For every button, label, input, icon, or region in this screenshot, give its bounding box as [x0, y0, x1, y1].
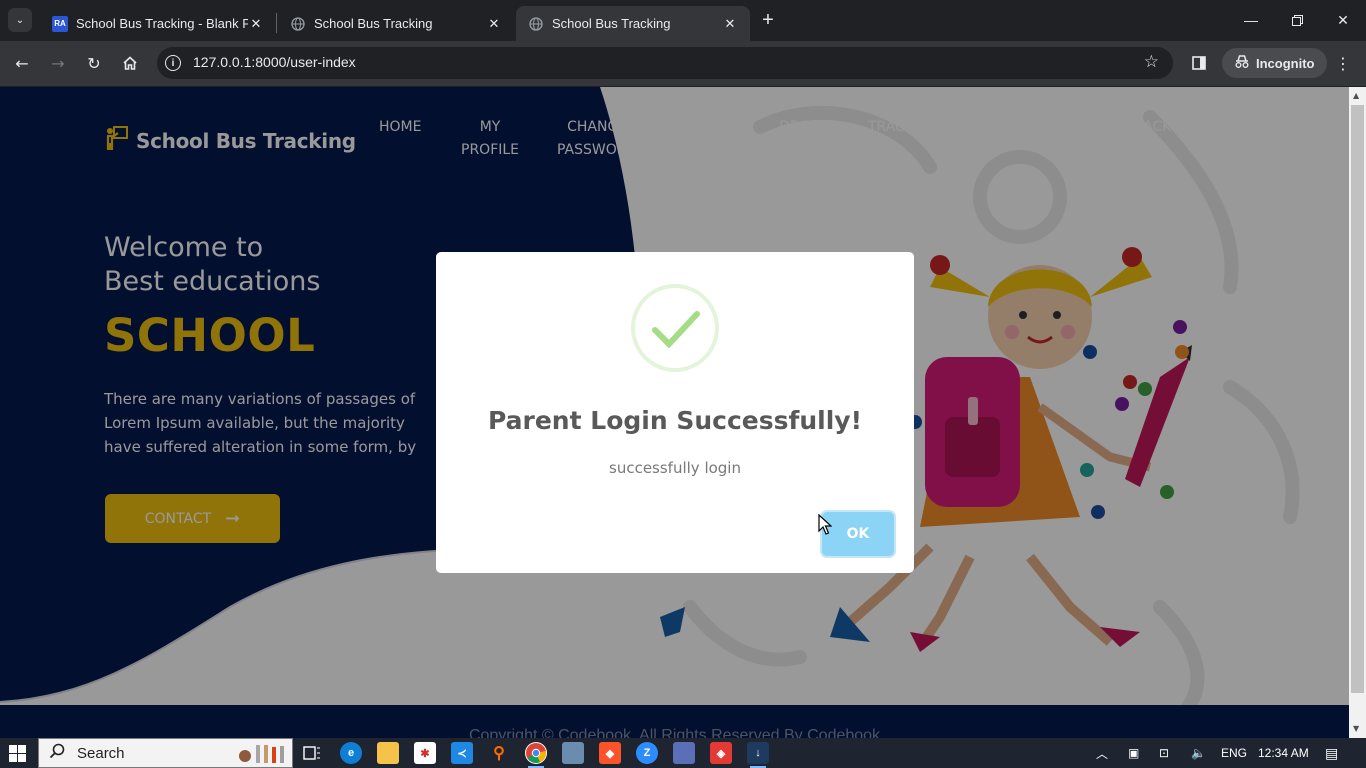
- tab-3-active[interactable]: School Bus Tracking ✕: [516, 6, 750, 41]
- search-icon: [49, 743, 69, 763]
- minimize-icon[interactable]: —: [1228, 0, 1274, 40]
- new-tab-plus-icon[interactable]: +: [756, 8, 780, 32]
- tab-2[interactable]: School Bus Tracking ✕: [278, 6, 514, 41]
- reload-icon[interactable]: ↻: [82, 51, 106, 75]
- globe-icon: [528, 16, 544, 32]
- file-explorer-icon[interactable]: [377, 742, 399, 764]
- tools-decoration-icon: [236, 742, 286, 768]
- tray-chevron-icon[interactable]: ︿: [1096, 738, 1108, 768]
- scroll-down-icon[interactable]: ▼: [1353, 724, 1359, 733]
- meet-now-icon[interactable]: ▣: [1128, 738, 1139, 768]
- browser-toolbar: ← → ↻ i 127.0.0.1:8000/user-index ☆ Inco…: [0, 41, 1366, 86]
- search-tool-icon[interactable]: ⚲: [488, 742, 510, 764]
- globe-icon: [290, 16, 306, 32]
- menu-kebab-icon[interactable]: ⋮: [1331, 51, 1355, 75]
- page-viewport: School Bus Tracking HOME MY PROFILE CHAN…: [0, 87, 1349, 738]
- incognito-label: Incognito: [1256, 55, 1315, 71]
- tab-title: School Bus Tracking - Blank Pa: [76, 16, 248, 31]
- volume-icon[interactable]: 🔈: [1191, 738, 1206, 768]
- taskbar-search-box[interactable]: Search: [38, 738, 293, 768]
- back-arrow-icon[interactable]: ←: [10, 51, 34, 75]
- tab-title: School Bus Tracking: [552, 16, 671, 31]
- close-icon[interactable]: ✕: [486, 16, 502, 32]
- url-text[interactable]: 127.0.0.1:8000/user-index: [193, 54, 356, 70]
- windows-start-icon[interactable]: [9, 745, 26, 766]
- tab-divider: [276, 13, 277, 33]
- network-icon[interactable]: ⊡: [1159, 738, 1169, 768]
- window-close-icon[interactable]: ✕: [1320, 0, 1366, 40]
- ra-favicon-icon: RA: [52, 15, 68, 32]
- tab-title: School Bus Tracking: [314, 16, 433, 31]
- close-icon[interactable]: ✕: [722, 16, 738, 32]
- forward-arrow-icon[interactable]: →: [46, 51, 70, 75]
- taskbar-search-label: Search: [77, 744, 125, 762]
- scrollbar-thumb[interactable]: [1351, 105, 1364, 693]
- home-icon[interactable]: [118, 51, 142, 75]
- browser-tab-bar: ⌄ RA School Bus Tracking - Blank Pa ✕ Sc…: [0, 0, 1366, 41]
- address-bar[interactable]: i 127.0.0.1:8000/user-index ☆: [157, 47, 1173, 79]
- tab-search-icon[interactable]: ⌄: [8, 8, 32, 32]
- store-app-icon[interactable]: ✱: [414, 742, 436, 764]
- chrome-icon[interactable]: [525, 742, 547, 768]
- restore-icon[interactable]: [1274, 0, 1320, 40]
- notification-center-icon[interactable]: ▤: [1325, 738, 1338, 768]
- ok-button[interactable]: OK: [822, 512, 894, 556]
- success-check-icon: [631, 284, 719, 376]
- incognito-badge[interactable]: Incognito: [1222, 48, 1327, 78]
- monitor-app-icon[interactable]: [673, 742, 695, 764]
- tab-1[interactable]: RA School Bus Tracking - Blank Pa ✕: [40, 6, 276, 41]
- brave-icon[interactable]: ◆: [599, 742, 621, 764]
- bookmark-star-icon[interactable]: ☆: [1144, 52, 1159, 72]
- side-panel-icon[interactable]: [1187, 51, 1211, 75]
- windows-taskbar: Search e ✱ ≺ ⚲ ◆ Z ◈ ↓ ︿ ▣ ⊡ 🔈 ENG 12:34…: [0, 738, 1366, 768]
- incognito-icon: [1234, 54, 1250, 72]
- site-info-icon[interactable]: i: [165, 55, 181, 71]
- remote-desktop-icon[interactable]: [562, 742, 584, 764]
- vscode-icon[interactable]: ≺: [451, 742, 473, 764]
- success-modal: Parent Login Successfully! successfully …: [436, 252, 914, 573]
- anydesk-icon[interactable]: ◈: [710, 742, 732, 764]
- zoom-icon[interactable]: Z: [636, 742, 658, 764]
- modal-title: Parent Login Successfully!: [488, 406, 862, 435]
- mouse-cursor-icon: [818, 513, 833, 540]
- page-scrollbar[interactable]: ▲ ▼: [1349, 87, 1366, 738]
- task-view-icon[interactable]: [301, 742, 323, 764]
- installer-app-icon[interactable]: ↓: [747, 742, 769, 768]
- close-icon[interactable]: ✕: [248, 16, 264, 32]
- language-indicator[interactable]: ENG: [1221, 738, 1247, 768]
- modal-message: successfully login: [609, 459, 741, 477]
- edge-browser-icon[interactable]: e: [340, 742, 362, 764]
- scroll-up-icon[interactable]: ▲: [1353, 91, 1359, 100]
- clock[interactable]: 12:34 AM: [1258, 738, 1309, 768]
